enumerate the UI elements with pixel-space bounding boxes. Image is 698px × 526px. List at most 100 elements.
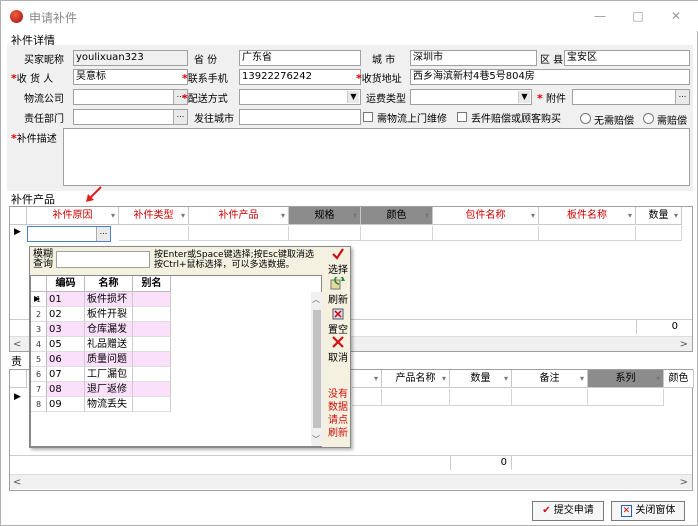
col-qty[interactable]: 数量 ▾ — [636, 207, 682, 225]
table-cell[interactable] — [636, 226, 682, 241]
lookup-vscrollbar[interactable]: ︿ ﹀ — [311, 292, 323, 446]
no-comp-radio[interactable] — [580, 113, 591, 124]
list-item[interactable]: 7 08 退厂返修 — [31, 382, 313, 397]
freight-type-select[interactable]: ▼ — [410, 89, 532, 105]
col-series[interactable]: 系列 ▾ — [588, 370, 664, 388]
fuzzy-search-input[interactable] — [56, 251, 150, 268]
list-item[interactable]: 5 06 质量问题 — [31, 352, 313, 367]
need-repair-checkbox[interactable] — [363, 112, 373, 122]
ship-city-field[interactable] — [239, 109, 361, 125]
receiver-field[interactable]: 吴意标 — [73, 69, 188, 85]
list-item[interactable]: 3 03 仓库漏发 — [31, 322, 313, 337]
phone-field[interactable]: 13922276242 — [239, 69, 361, 85]
table-cell[interactable] — [433, 226, 539, 241]
products-total-qty: 0 — [636, 320, 682, 334]
chevron-right-icon[interactable]: > — [680, 337, 688, 352]
chevron-right-icon[interactable]: > — [680, 475, 688, 490]
hint-line-2: 按Ctrl+鼠标选择，可以多选数据。 — [154, 260, 295, 270]
list-item[interactable]: 1 01 板件损坏 — [31, 292, 313, 307]
table-cell[interactable] — [352, 389, 382, 406]
clear-icon — [332, 308, 344, 320]
dept-field[interactable]: ... — [73, 109, 188, 125]
desc-textarea[interactable] — [63, 128, 690, 186]
need-repair-label: 需物流上门维修 — [377, 114, 447, 125]
refresh-button[interactable]: 刷新 — [325, 275, 351, 307]
resp-section-title: 责 — [11, 355, 22, 368]
col-resp-qty[interactable]: 数量 ▾ — [450, 370, 512, 388]
province-field[interactable]: 广东省 — [239, 50, 361, 66]
dept-picker-button[interactable]: ... — [173, 110, 187, 124]
freight-type-label: 运费类型 — [366, 94, 406, 105]
submit-button[interactable]: ✔ 提交申请 — [532, 501, 604, 521]
reason-picker-button[interactable]: ... — [96, 227, 110, 241]
col-spec[interactable]: 规格 ▾ — [289, 207, 361, 225]
resp-hscrollbar[interactable]: < > — [10, 474, 692, 489]
table-cell[interactable] — [361, 226, 433, 241]
col-package-name[interactable]: 包件名称 ▾ — [433, 207, 539, 225]
submit-button-label: 提交申请 — [553, 505, 594, 516]
col-note[interactable]: 备注 ▾ — [512, 370, 588, 388]
chevron-left-icon[interactable]: < — [13, 337, 21, 352]
col-code[interactable]: 编码 — [47, 276, 85, 292]
district-field[interactable]: 宝安区 — [564, 50, 690, 66]
table-cell[interactable] — [450, 389, 512, 406]
row-indicator-header — [10, 207, 27, 225]
table-cell[interactable] — [119, 226, 189, 241]
col-name[interactable]: 名称 — [85, 276, 133, 292]
lost-comp-checkbox[interactable] — [457, 112, 467, 122]
col-board-name[interactable]: 板件名称 ▾ — [539, 207, 636, 225]
chevron-down-icon[interactable]: ﹀ — [312, 434, 320, 445]
table-cell[interactable] — [588, 389, 664, 406]
maximize-button[interactable]: □ — [623, 6, 653, 26]
province-label: 省 份 — [194, 55, 218, 66]
chevron-up-icon[interactable]: ︿ — [312, 294, 320, 305]
scroll-thumb[interactable] — [313, 310, 321, 428]
list-item[interactable]: 8 09 物流丢失 — [31, 397, 313, 412]
close-button[interactable]: ✕ — [661, 6, 691, 26]
table-cell[interactable] — [382, 389, 450, 406]
col-part-product[interactable]: 补件产品 ▾ — [189, 207, 289, 225]
clear-button[interactable]: 置空 — [325, 307, 351, 337]
refresh-button-label: 刷新 — [328, 295, 348, 306]
col-hidden-partial[interactable]: ▾ — [352, 370, 382, 388]
city-label: 城 市 — [372, 55, 396, 66]
attachment-picker-button[interactable]: ... — [675, 90, 689, 104]
minimize-button[interactable]: — — [585, 6, 615, 26]
row-indicator-header — [10, 370, 27, 388]
col-alias[interactable]: 别名 — [133, 276, 171, 292]
table-cell[interactable] — [189, 226, 289, 241]
col-color[interactable]: 颜色 ▾ — [361, 207, 433, 225]
desc-label: *补件描述 — [11, 132, 57, 145]
cancel-button[interactable]: 取消 — [325, 335, 351, 365]
close-window-button-label: 关闭窗体 — [635, 505, 676, 516]
col-resp-color[interactable]: 颜色 — [664, 370, 694, 388]
col-part-type[interactable]: 补件类型 ▾ — [119, 207, 189, 225]
buyer-nick-label: 买家昵称 — [24, 55, 64, 66]
need-comp-radio[interactable] — [643, 113, 654, 124]
list-item[interactable]: 6 07 工厂漏包 — [31, 367, 313, 382]
delivery-select[interactable]: ▼ — [239, 89, 361, 105]
list-item[interactable]: 4 05 礼品赠送 — [31, 337, 313, 352]
table-cell[interactable] — [289, 226, 361, 241]
buyer-nick-field[interactable]: youlixuan323 — [73, 50, 188, 66]
reason-lookup-popup: 模糊 查询 按Enter或Space键选择;按Esc键取消选 按Ctrl+鼠标选… — [29, 246, 351, 448]
col-reason[interactable]: 补件原因 ▾ — [27, 207, 119, 225]
current-row-indicator: ▶ — [14, 392, 21, 402]
no-data-line: 请点 — [328, 415, 348, 426]
logistics-field[interactable]: ... — [73, 89, 188, 105]
no-data-line: 数据 — [328, 402, 348, 413]
chevron-down-icon: ▼ — [347, 91, 359, 103]
city-field[interactable]: 深圳市 — [410, 50, 537, 66]
table-cell[interactable] — [539, 226, 636, 241]
chevron-left-icon[interactable]: < — [13, 475, 21, 490]
reason-cell-editor[interactable]: ... — [27, 226, 111, 242]
close-window-button[interactable]: ✕ 关闭窗体 — [611, 501, 685, 521]
window-title: 申请补件 — [29, 11, 78, 25]
list-item[interactable]: 2 02 板件开裂 — [31, 307, 313, 322]
col-product-name[interactable]: 产品名称 ▾ — [382, 370, 450, 388]
attachment-field[interactable]: ... — [572, 89, 690, 105]
address-field[interactable]: 西乡海滨新村4巷5号804房 — [410, 69, 690, 85]
select-button[interactable]: 选择 — [325, 247, 351, 277]
table-cell[interactable] — [512, 389, 588, 406]
no-data-line: 刷新 — [328, 428, 348, 439]
